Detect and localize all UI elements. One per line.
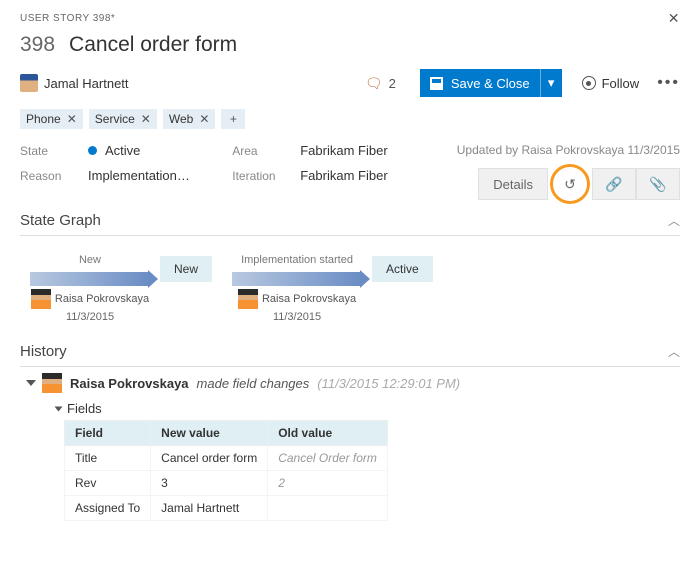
fields-subsection-label: Fields <box>67 401 102 416</box>
follow-label: Follow <box>602 76 640 91</box>
tag-label: Service <box>95 112 135 126</box>
arrow-icon <box>232 272 362 286</box>
more-actions-button[interactable]: ••• <box>657 74 680 92</box>
comment-icon: 🗨 <box>365 75 383 92</box>
tag-phone[interactable]: Phone ✕ <box>20 109 83 129</box>
tab-details[interactable]: Details <box>478 168 548 200</box>
avatar <box>238 289 258 309</box>
save-button-label: Save & Close <box>451 76 530 91</box>
save-icon <box>430 77 443 90</box>
fields-changes-table: Field New value Old value Title Cancel o… <box>64 420 388 521</box>
reason-label: Reason <box>20 169 70 183</box>
sg-state-new: New <box>160 256 212 282</box>
attachment-icon: 📎 <box>649 176 666 193</box>
sg-person-2: Raisa Pokrovskaya <box>262 293 356 305</box>
tag-remove-icon[interactable]: ✕ <box>141 112 151 126</box>
tags-row: Phone ✕ Service ✕ Web ✕ + <box>20 109 680 129</box>
link-icon: 🔗 <box>605 176 622 193</box>
tag-web[interactable]: Web ✕ <box>163 109 216 129</box>
tag-label: Phone <box>26 112 61 126</box>
table-row: Rev 3 2 <box>65 471 388 496</box>
discussion-count[interactable]: 🗨 2 <box>365 75 396 92</box>
work-item-id: 398 <box>20 33 55 57</box>
tag-remove-icon[interactable]: ✕ <box>67 112 77 126</box>
cell: Assigned To <box>65 496 151 521</box>
reason-value[interactable]: Implementation… <box>88 168 190 183</box>
cell: Cancel Order form <box>268 446 388 471</box>
avatar <box>42 373 62 393</box>
save-and-close-button[interactable]: Save & Close <box>420 69 540 97</box>
section-history-title: History <box>20 343 67 360</box>
updated-by-text: Updated by Raisa Pokrovskaya 11/3/2015 <box>430 143 680 157</box>
assignee-field[interactable]: Jamal Hartnett <box>20 74 365 92</box>
work-item-title[interactable]: Cancel order form <box>69 33 237 57</box>
follow-button[interactable]: Follow <box>582 76 640 91</box>
expand-toggle-icon[interactable] <box>26 380 36 386</box>
sg-transition-label-1: New <box>79 254 101 266</box>
history-icon: ↺ <box>558 172 582 196</box>
sg-transition-label-2: Implementation started <box>241 254 353 266</box>
cell: Rev <box>65 471 151 496</box>
eye-icon <box>582 76 596 90</box>
area-value[interactable]: Fabrikam Fiber <box>300 143 387 158</box>
area-label: Area <box>232 144 282 158</box>
cell: Cancel order form <box>151 446 268 471</box>
table-row: Assigned To Jamal Hartnett <box>65 496 388 521</box>
close-icon[interactable]: ✕ <box>668 10 680 27</box>
cell: Jamal Hartnett <box>151 496 268 521</box>
history-entry-time: (11/3/2015 12:29:01 PM) <box>317 376 460 391</box>
chevron-down-icon: ▾ <box>548 75 555 91</box>
state-label: State <box>20 144 70 158</box>
state-dot-icon <box>88 146 97 155</box>
tag-label: Web <box>169 112 193 126</box>
th-old-value: Old value <box>268 421 388 446</box>
work-item-type-label: USER STORY 398* <box>20 13 115 24</box>
cell: 3 <box>151 471 268 496</box>
tag-service[interactable]: Service ✕ <box>89 109 157 129</box>
arrow-icon <box>30 272 150 286</box>
section-state-graph-title: State Graph <box>20 212 101 229</box>
assignee-name: Jamal Hartnett <box>44 76 129 91</box>
th-field: Field <box>65 421 151 446</box>
history-entry-person: Raisa Pokrovskaya <box>70 376 189 391</box>
state-value[interactable]: Active <box>88 143 140 158</box>
tab-attachments[interactable]: 📎 <box>636 168 680 200</box>
add-tag-button[interactable]: + <box>221 109 245 129</box>
collapse-icon[interactable]: ︿ <box>668 212 680 229</box>
sg-state-active: Active <box>372 256 433 282</box>
discussion-count-value: 2 <box>389 76 396 91</box>
sg-person-1: Raisa Pokrovskaya <box>55 293 149 305</box>
cell <box>268 496 388 521</box>
tab-bar: Details ↺ 🔗 📎 <box>430 167 680 200</box>
collapse-icon[interactable]: ︿ <box>668 343 680 360</box>
expand-toggle-icon[interactable] <box>55 406 63 411</box>
save-dropdown-button[interactable]: ▾ <box>540 69 562 97</box>
sg-date-1: 11/3/2015 <box>66 311 114 323</box>
tab-links[interactable]: 🔗 <box>592 168 636 200</box>
avatar <box>20 74 38 92</box>
th-new-value: New value <box>151 421 268 446</box>
tab-history[interactable]: ↺ <box>548 168 592 200</box>
history-entry-action: made field changes <box>197 376 310 391</box>
state-graph: New Raisa Pokrovskaya 11/3/2015 New Impl… <box>20 236 680 331</box>
tag-remove-icon[interactable]: ✕ <box>199 112 209 126</box>
iteration-label: Iteration <box>232 169 282 183</box>
cell: Title <box>65 446 151 471</box>
sg-date-2: 11/3/2015 <box>273 311 321 323</box>
state-text: Active <box>105 143 140 158</box>
iteration-value[interactable]: Fabrikam Fiber <box>300 168 387 183</box>
table-row: Title Cancel order form Cancel Order for… <box>65 446 388 471</box>
avatar <box>31 289 51 309</box>
cell: 2 <box>268 471 388 496</box>
